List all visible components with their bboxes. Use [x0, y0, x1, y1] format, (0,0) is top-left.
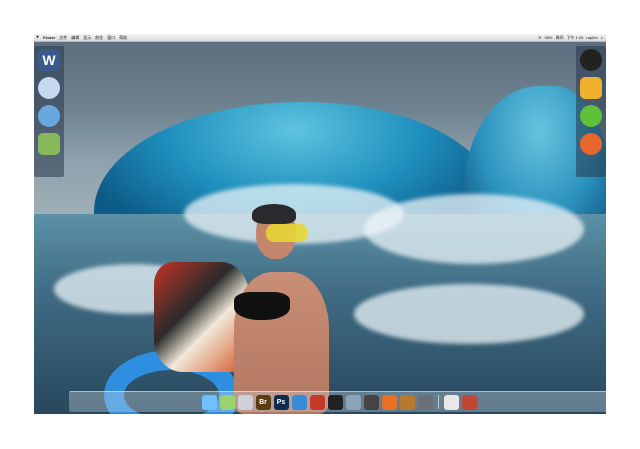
slides-icon[interactable]	[461, 394, 477, 410]
menu-bar: ● Finder 文件 编辑 显示 前往 窗口 帮助 ≋ 98% 周四 下午 1…	[34, 34, 606, 42]
date-status[interactable]: 周四	[556, 34, 564, 41]
preview-icon[interactable]	[345, 394, 361, 410]
pencil-icon[interactable]	[580, 77, 602, 99]
document-icon[interactable]	[443, 394, 459, 410]
left-widget-bar: W	[34, 46, 64, 177]
search-icon[interactable]: ⌕	[601, 34, 603, 41]
battery-status[interactable]: 98%	[544, 34, 552, 41]
photoshop-icon[interactable]: Ps	[273, 394, 289, 410]
messages-bubble-icon[interactable]	[38, 77, 60, 99]
wifi-icon[interactable]: ≋	[538, 34, 541, 41]
menu-app-name[interactable]: Finder	[41, 34, 57, 41]
calculator-icon[interactable]	[399, 394, 415, 410]
firefox-icon[interactable]	[580, 133, 602, 155]
finder-icon[interactable]	[201, 394, 217, 410]
bridge-icon[interactable]: Br	[255, 394, 271, 410]
qq-icon[interactable]	[327, 394, 343, 410]
wallpaper-swim-cap	[252, 204, 296, 224]
desktop-screen: ● Finder 文件 编辑 显示 前往 窗口 帮助 ≋ 98% 周四 下午 1…	[34, 34, 606, 414]
user-status[interactable]: rapt0n	[586, 34, 597, 41]
menu-item[interactable]: 文件	[57, 34, 69, 41]
w-launcher-icon[interactable]: W	[38, 49, 60, 71]
right-widget-bar	[576, 46, 606, 177]
final-cut-icon[interactable]	[363, 394, 379, 410]
qq-penguin-icon[interactable]	[580, 49, 602, 71]
wechat-icon[interactable]	[580, 105, 602, 127]
menu-item[interactable]: 窗口	[105, 34, 117, 41]
mission-control-icon[interactable]	[309, 394, 325, 410]
menu-item[interactable]: 显示	[81, 34, 93, 41]
menu-item[interactable]: 帮助	[117, 34, 129, 41]
messages-icon[interactable]	[219, 394, 235, 410]
menu-item[interactable]: 前往	[93, 34, 105, 41]
apple-icon[interactable]: ●	[34, 34, 41, 41]
wallpaper-wave	[364, 194, 584, 264]
w-launcher-letter: W	[42, 52, 56, 68]
menu-item[interactable]: 编辑	[69, 34, 81, 41]
wallpaper-goggles	[266, 224, 308, 242]
safari-icon[interactable]	[291, 394, 307, 410]
status-area: ≋ 98% 周四 下午 1:03 rapt0n ⌕	[538, 34, 603, 41]
dock: Br Ps	[69, 391, 606, 412]
wallpaper-wave	[354, 284, 584, 344]
itunes-icon[interactable]	[237, 394, 253, 410]
wallpaper-bikini	[234, 292, 290, 320]
photos-icon[interactable]	[381, 394, 397, 410]
dock-separator	[437, 395, 439, 409]
system-preferences-icon[interactable]	[417, 394, 433, 410]
users-icon[interactable]	[38, 133, 60, 155]
safari-like-icon[interactable]	[38, 105, 60, 127]
clock-status[interactable]: 下午 1:03	[567, 34, 584, 41]
